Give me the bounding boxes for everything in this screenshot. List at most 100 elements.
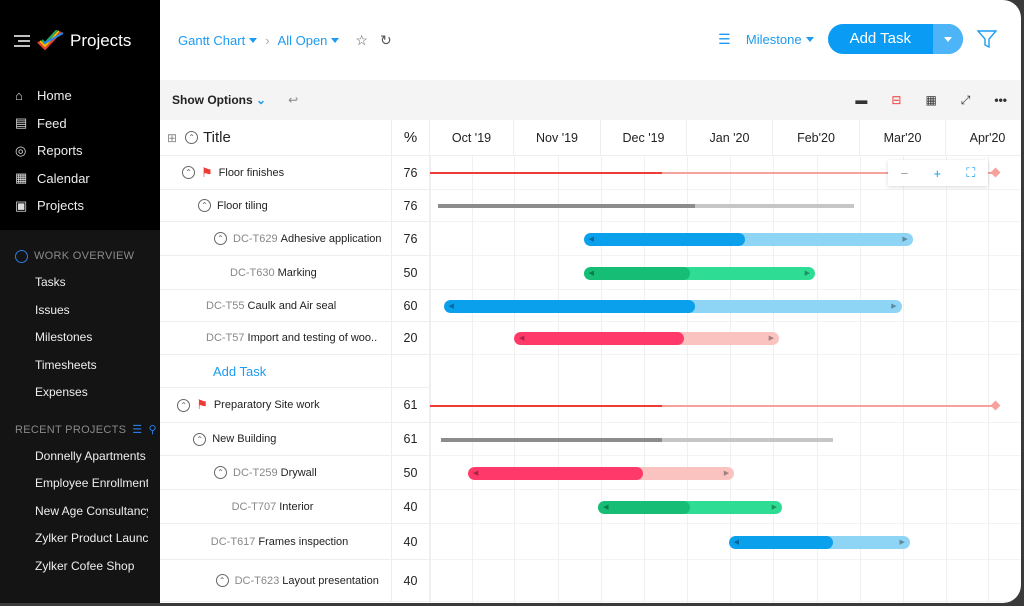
table-row[interactable]: ⌃ DC-T629 Adhesive application 76 [160,222,430,256]
expand-icon[interactable]: ⤢ [961,93,971,108]
task-title[interactable]: Floor finishes [219,167,284,179]
zoom-in-button[interactable]: + [933,166,941,181]
task-title[interactable]: Caulk and Air seal [248,300,337,312]
table-row[interactable]: DC-T55 Caulk and Air seal 60 [160,290,430,322]
refresh-icon[interactable]: ↻ [380,32,392,49]
group-by-dropdown[interactable]: ☰ Milestone [718,31,814,48]
collapse-icon[interactable] [15,249,28,263]
recent-project-item[interactable]: Employee Enrollment [0,470,148,498]
sidebar-item-home[interactable]: ⌂ Home [0,82,160,110]
filter-dropdown[interactable]: All Open [278,33,340,48]
task-bar[interactable]: ◀ ▶ [583,266,815,280]
task-id[interactable]: DC-T57 [206,332,245,344]
collapse-icon[interactable]: ⌃ [214,466,227,479]
table-row[interactable]: ⌃ Floor tiling 76 [160,190,430,222]
sidebar-item-reports[interactable]: ◎ Reports [0,137,160,165]
collapse-all-icon[interactable]: ⌃ [185,131,199,144]
task-bar[interactable]: ◀ ▶ [443,299,902,313]
collapse-icon[interactable]: ⌃ [214,232,227,245]
critical-path-icon[interactable]: ⊟ [891,93,901,107]
task-bar[interactable]: ◀ ▶ [598,500,782,514]
fit-to-screen-icon[interactable]: ⛶ [966,165,975,181]
task-title[interactable]: Floor tiling [217,200,268,212]
task-id[interactable]: DC-T629 [233,233,278,245]
table-row[interactable]: ⌃ ⚑ Floor finishes 76 [160,156,430,190]
drag-handle-right-icon[interactable]: ▶ [805,267,810,280]
summary-bar[interactable] [438,204,854,208]
task-id[interactable]: DC-T707 [232,501,277,513]
table-row[interactable]: ⌃ New Building 61 [160,423,430,456]
milestone-line[interactable] [662,404,997,407]
table-row[interactable]: DC-T630 Marking 50 [160,256,430,290]
task-title[interactable]: Preparatory Site work [214,399,320,411]
task-bar[interactable]: ◀ ▶ [728,535,910,549]
task-title[interactable]: New Building [212,433,276,445]
recent-project-item[interactable]: Donnelly Apartments [0,443,148,471]
column-settings-icon[interactable]: ⊞ [167,131,177,145]
calendar-icon[interactable]: ▦ [925,93,936,107]
drag-handle-left-icon[interactable]: ◀ [449,300,454,313]
task-id[interactable]: DC-T259 [233,467,278,479]
zoom-out-button[interactable]: − [901,166,909,181]
task-title[interactable]: Layout presentation [282,575,379,587]
task-title[interactable]: Import and testing of woo.. [248,332,378,344]
sidebar-item-calendar[interactable]: ▦ Calendar [0,165,160,193]
table-row[interactable]: ⌃ DC-T623 Layout presentation 40 [160,560,430,602]
drag-handle-left-icon[interactable]: ◀ [589,233,594,246]
drag-handle-left-icon[interactable]: ◀ [589,267,594,280]
task-title[interactable]: Drywall [281,467,317,479]
milestone-diamond-icon[interactable] [990,167,1001,178]
drag-handle-left-icon[interactable]: ◀ [473,467,478,480]
task-title[interactable]: Frames inspection [258,536,348,548]
sidebar-item-milestones[interactable]: Milestones [0,324,148,352]
more-options-icon[interactable]: ••• [994,93,1007,107]
collapse-icon[interactable]: ⌃ [193,432,207,446]
app-logo[interactable]: Projects [0,30,160,52]
collapse-icon[interactable]: ⌃ [177,398,191,412]
summary-bar[interactable] [440,437,833,442]
drag-handle-left-icon[interactable]: ◀ [734,536,739,549]
task-bar[interactable]: ◀ ▶ [514,332,779,345]
task-id[interactable]: DC-T617 [211,536,256,548]
drag-handle-right-icon[interactable]: ▶ [891,300,896,313]
table-row[interactable]: ⌃ ⚑ Preparatory Site work 61 [160,388,430,423]
collapse-icon[interactable]: ⌃ [198,199,211,212]
task-bar[interactable]: ◀ ▶ [583,232,913,246]
milestone-diamond-icon[interactable] [990,400,1001,410]
table-row[interactable]: DC-T57 Import and testing of woo.. 20 [160,322,430,355]
drag-handle-left-icon[interactable]: ◀ [603,501,608,514]
task-id[interactable]: DC-T630 [230,267,275,279]
task-id[interactable]: DC-T55 [206,300,245,312]
task-bar[interactable]: ◀ ▶ [467,466,735,480]
collapse-icon[interactable]: ⌃ [215,574,229,587]
filter-settings-icon[interactable]: ☰ [132,423,142,436]
recent-project-item[interactable]: Zylker Cofee Shop [0,553,148,581]
sidebar-item-projects[interactable]: ▣ Projects [0,192,160,220]
add-task-button[interactable]: Add Task [827,24,963,54]
sidebar-item-expenses[interactable]: Expenses [0,379,148,407]
star-icon[interactable]: ☆ [355,32,368,49]
sidebar-item-feed[interactable]: ▤ Feed [0,110,160,138]
task-id[interactable]: DC-T623 [235,575,280,587]
task-title[interactable]: Interior [279,501,313,513]
drag-handle-right-icon[interactable]: ▶ [772,501,777,514]
drag-handle-right-icon[interactable]: ▶ [769,332,774,345]
collapse-icon[interactable]: ⌃ [182,166,195,179]
table-row[interactable]: DC-T707 Interior 40 [160,490,430,524]
filter-icon[interactable] [977,29,997,49]
drag-handle-right-icon[interactable]: ▶ [724,467,729,480]
table-row[interactable]: DC-T617 Frames inspection 40 [160,524,430,560]
recent-project-item[interactable]: Zylker Product Launch [0,525,148,553]
work-overview-header[interactable]: WORK OVERVIEW [0,243,160,269]
search-icon[interactable]: ⚲ [148,423,156,436]
task-title[interactable]: Adhesive application [281,233,382,245]
recent-project-item[interactable]: New Age Consultancy [0,498,148,526]
drag-handle-right-icon[interactable]: ▶ [902,233,907,246]
table-row[interactable]: ⌃ DC-T259 Drywall 50 [160,456,430,490]
drag-handle-left-icon[interactable]: ◀ [519,332,524,345]
show-options-dropdown[interactable]: Show Options ⌄ [172,93,266,107]
add-task-row[interactable]: Add Task [160,355,430,388]
add-task-link[interactable]: Add Task [213,364,266,379]
undo-icon[interactable]: ↩ [288,93,298,107]
view-dropdown[interactable]: Gantt Chart [178,33,258,48]
